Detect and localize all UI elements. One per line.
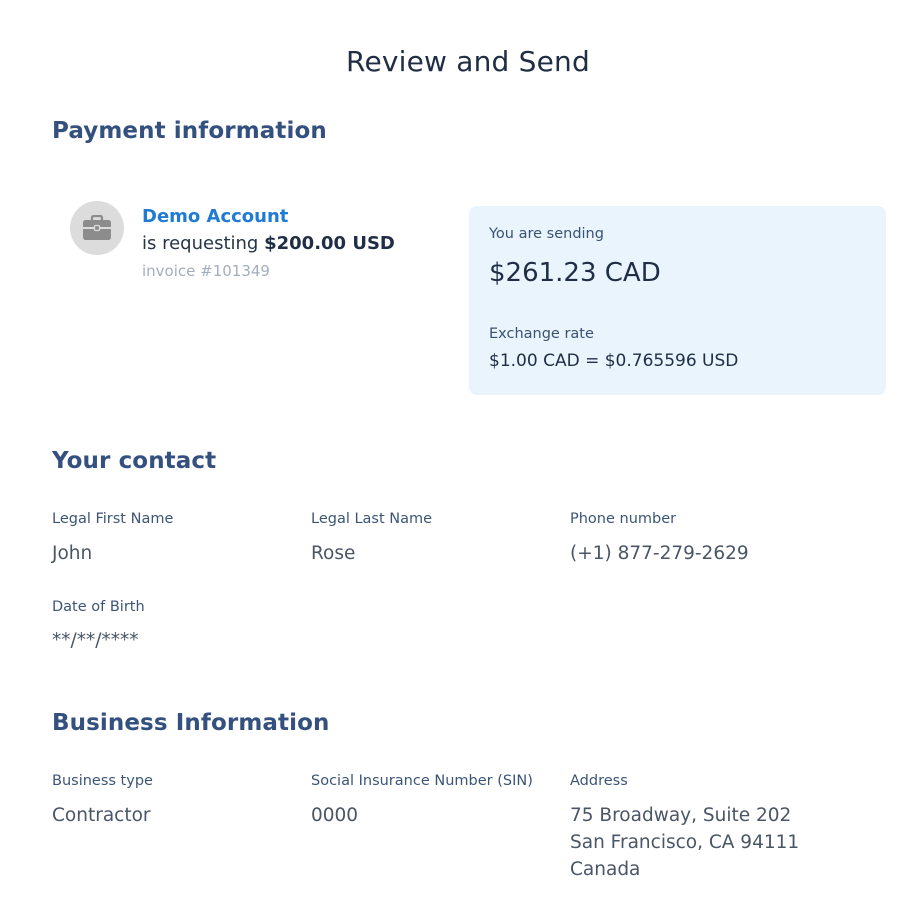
request-amount: $200.00 USD	[264, 233, 395, 254]
business-section-title: Business Information	[52, 710, 330, 736]
sin-value: 0000	[311, 805, 359, 826]
exchange-rate-value: $1.00 CAD = $0.765596 USD	[489, 351, 739, 371]
first-name-value: John	[52, 543, 93, 564]
sending-amount: $261.23 CAD	[489, 258, 661, 288]
merchant-avatar	[70, 201, 124, 255]
dob-value: **/**/****	[52, 630, 139, 651]
page-title: Review and Send	[346, 44, 590, 78]
sin-label: Social Insurance Number (SIN)	[311, 773, 533, 789]
briefcase-icon	[83, 215, 111, 240]
first-name-label: Legal First Name	[52, 511, 174, 527]
invoice-number: invoice #101349	[142, 262, 270, 280]
address-line-1: 75 Broadway, Suite 202	[570, 805, 792, 826]
business-type-value: Contractor	[52, 805, 151, 826]
payment-section-title: Payment information	[52, 118, 327, 144]
phone-label: Phone number	[570, 511, 677, 527]
business-type-label: Business type	[52, 773, 153, 789]
dob-label: Date of Birth	[52, 599, 145, 615]
sending-label: You are sending	[489, 226, 604, 242]
last-name-value: Rose	[311, 543, 356, 564]
address-value: 75 Broadway, Suite 202 San Francisco, CA…	[570, 802, 799, 883]
address-line-3: Canada	[570, 859, 641, 880]
last-name-label: Legal Last Name	[311, 511, 433, 527]
request-prefix: is requesting	[142, 233, 259, 254]
exchange-rate-label: Exchange rate	[489, 326, 594, 342]
merchant-name: Demo Account	[142, 206, 289, 227]
merchant-request-text: is requesting $200.00 USD	[142, 233, 395, 254]
sending-summary-card: You are sending $261.23 CAD Exchange rat…	[469, 206, 886, 395]
address-line-2: San Francisco, CA 94111	[570, 832, 800, 853]
phone-value: (+1) 877-279-2629	[570, 543, 749, 564]
contact-section-title: Your contact	[52, 448, 217, 474]
address-label: Address	[570, 773, 628, 789]
